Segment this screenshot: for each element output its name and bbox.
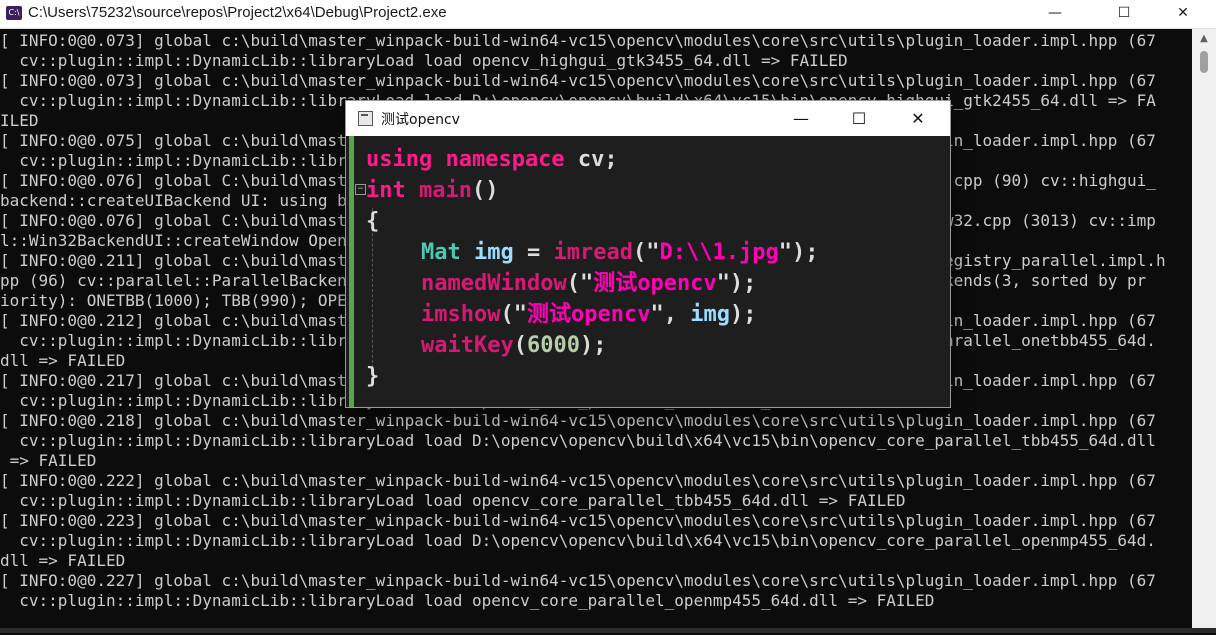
- console-line: cv::plugin::impl::DynamicLib::libraryLoa…: [0, 491, 906, 510]
- scroll-thumb[interactable]: [1200, 51, 1208, 73]
- console-line: cv::plugin::impl::DynamicLib::libraryLoa…: [0, 531, 1156, 550]
- window-app-icon: [358, 111, 373, 126]
- console-line: [ INFO:0@0.073] global c:\build\master_w…: [0, 31, 1156, 50]
- console-line: [ INFO:0@0.218] global c:\build\master_w…: [0, 411, 1156, 430]
- code-line-close-brace: }: [366, 364, 380, 389]
- code-line-main: int main(): [366, 178, 499, 203]
- scroll-up-arrow-icon[interactable]: ▲: [1192, 31, 1216, 47]
- console-window-title: C:\Users\75232\source\repos\Project2\x64…: [28, 4, 447, 21]
- code-line-imshow: imshow("测试opencv", img);: [421, 302, 757, 327]
- fold-collapse-icon: −: [355, 184, 366, 195]
- console-line: dll => FAILED: [0, 551, 126, 570]
- opencv-window-title: 测试opencv: [381, 112, 460, 128]
- console-line: [ INFO:0@0.227] global c:\build\master_w…: [0, 571, 1156, 590]
- opencv-maximize-button[interactable]: ☐: [830, 101, 888, 136]
- console-line: cv::plugin::impl::DynamicLib::libraryLoa…: [0, 591, 935, 610]
- code-line-imread: Mat img = imread("D:\\1.jpg");: [421, 240, 819, 265]
- minimize-button[interactable]: —: [1032, 0, 1078, 28]
- code-line-waitkey: waitKey(6000);: [421, 333, 607, 358]
- maximize-button[interactable]: ☐: [1101, 0, 1147, 28]
- console-line: [ INFO:0@0.222] global c:\build\master_w…: [0, 471, 1156, 490]
- displayed-image: − using namespace cv; int main() { Mat i…: [346, 136, 950, 407]
- opencv-titlebar[interactable]: 测试opencv — ☐ ✕: [346, 101, 950, 136]
- console-titlebar[interactable]: C:\ C:\Users\75232\source\repos\Project2…: [0, 0, 1216, 29]
- console-line: [ INFO:0@0.223] global c:\build\master_w…: [0, 511, 1156, 530]
- opencv-close-button[interactable]: ✕: [889, 101, 947, 136]
- console-line: cv::plugin::impl::DynamicLib::libraryLoa…: [0, 431, 1156, 450]
- console-line: [ INFO:0@0.073] global c:\build\master_w…: [0, 71, 1156, 90]
- opencv-minimize-button[interactable]: —: [772, 101, 830, 136]
- code-line-using: using namespace cv;: [366, 147, 618, 172]
- code-line-namedwindow: namedWindow("测试opencv");: [421, 271, 757, 296]
- console-line: => FAILED: [0, 451, 97, 470]
- code-line-open-brace: {: [366, 209, 380, 234]
- console-line: cv::plugin::impl::DynamicLib::libraryLoa…: [0, 51, 848, 70]
- console-scrollbar[interactable]: ▲: [1192, 29, 1216, 633]
- change-marker-bar: [349, 136, 354, 407]
- close-button[interactable]: ✕: [1160, 0, 1206, 28]
- opencv-image-window[interactable]: 测试opencv — ☐ ✕ − using namespace cv; int…: [345, 100, 951, 408]
- console-app-icon: C:\: [6, 6, 22, 20]
- taskbar-edge: [0, 628, 1216, 633]
- code-snippet: using namespace cv; int main() { Mat img…: [366, 144, 818, 392]
